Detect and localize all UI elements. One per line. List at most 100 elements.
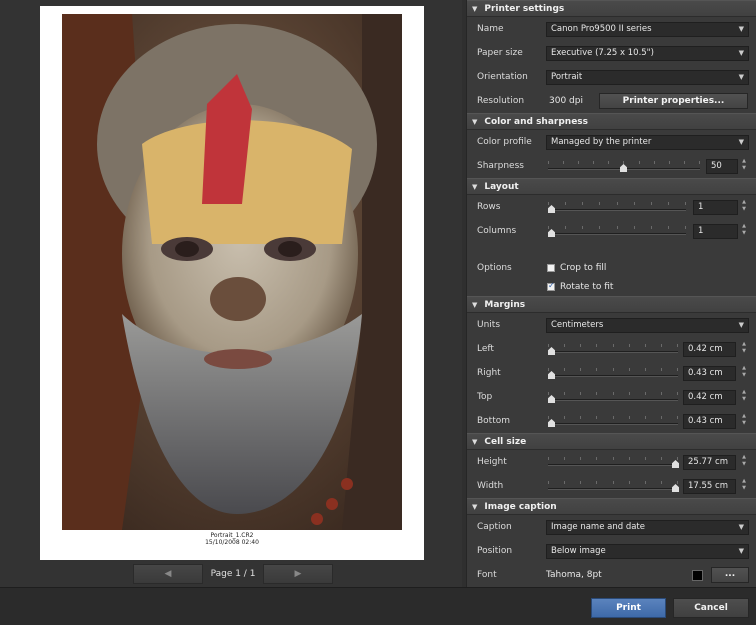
section-title: Margins bbox=[484, 299, 526, 310]
margin-right-slider[interactable] bbox=[548, 366, 678, 380]
columns-row: Columns 1 ▲ ▼ bbox=[467, 219, 756, 243]
resolution-value: 300 dpi bbox=[549, 96, 583, 106]
page-indicator: Page 1 / 1 bbox=[210, 569, 256, 579]
spin-arrows-icon[interactable]: ▲ ▼ bbox=[740, 389, 748, 405]
section-header-color[interactable]: ▼ Color and sharpness bbox=[467, 113, 756, 130]
spin-arrows-icon[interactable]: ▲ ▼ bbox=[740, 478, 748, 494]
color-profile-row: Color profile Managed by the printer ▼ bbox=[467, 130, 756, 154]
field-label: Paper size bbox=[477, 48, 523, 58]
slider-thumb[interactable] bbox=[620, 164, 627, 172]
field-label: Height bbox=[477, 457, 507, 467]
slider-thumb[interactable] bbox=[672, 460, 679, 468]
margin-left-row: Left 0.42 cm ▲ ▼ bbox=[467, 337, 756, 361]
slider-thumb[interactable] bbox=[548, 205, 555, 213]
margin-top-slider[interactable] bbox=[548, 390, 678, 404]
margin-right-row: Right 0.43 cm ▲ ▼ bbox=[467, 361, 756, 385]
margin-left-slider[interactable] bbox=[548, 342, 678, 356]
field-label: Left bbox=[477, 344, 494, 354]
prev-page-button[interactable]: ◀ bbox=[133, 564, 203, 584]
collapse-icon: ▼ bbox=[472, 502, 478, 511]
section-header-cell-size[interactable]: ▼ Cell size bbox=[467, 433, 756, 450]
next-page-button[interactable]: ▶ bbox=[263, 564, 333, 584]
crop-to-fill-checkbox[interactable]: Crop to fill bbox=[547, 263, 606, 273]
margin-right-input[interactable]: 0.43 cm bbox=[683, 365, 736, 381]
slider-thumb[interactable] bbox=[548, 419, 555, 427]
margin-bottom-row: Bottom 0.43 cm ▲ ▼ bbox=[467, 409, 756, 433]
printer-name-row: Name Canon Pro9500 II series ▼ bbox=[467, 17, 756, 41]
cell-height-slider[interactable] bbox=[548, 455, 679, 469]
margin-left-input[interactable]: 0.42 cm bbox=[683, 341, 736, 357]
section-header-printer[interactable]: ▼ Printer settings bbox=[467, 0, 756, 17]
field-label: Options bbox=[477, 262, 512, 273]
section-header-layout[interactable]: ▼ Layout bbox=[467, 178, 756, 195]
margin-top-input[interactable]: 0.42 cm bbox=[683, 389, 736, 405]
paper-preview: Portrait_1.CR2 15/10/2008 02:40 bbox=[40, 6, 424, 560]
slider-thumb[interactable] bbox=[548, 347, 555, 355]
print-button[interactable]: Print bbox=[591, 598, 666, 618]
section-header-image-caption[interactable]: ▼ Image caption bbox=[467, 498, 756, 515]
cell-width-row: Width 17.55 cm ▲ ▼ bbox=[467, 474, 756, 498]
rotate-to-fit-checkbox[interactable]: Rotate to fit bbox=[547, 281, 613, 292]
chevron-down-icon: ▼ bbox=[738, 72, 744, 81]
cell-height-input[interactable]: 25.77 cm bbox=[683, 454, 736, 470]
checkbox-checked-icon[interactable] bbox=[547, 281, 555, 291]
orientation-dropdown[interactable]: Portrait ▼ bbox=[546, 69, 749, 85]
field-label: Name bbox=[477, 24, 504, 34]
field-label: Width bbox=[477, 481, 504, 491]
section-header-margins[interactable]: ▼ Margins bbox=[467, 296, 756, 313]
spin-arrows-icon[interactable]: ▲ ▼ bbox=[740, 341, 748, 357]
arrow-right-icon: ▶ bbox=[294, 569, 302, 579]
position-dropdown[interactable]: Below image ▼ bbox=[546, 543, 749, 559]
dialog-footer: Print Cancel bbox=[0, 587, 756, 625]
printer-properties-button[interactable]: Printer properties... bbox=[599, 93, 748, 109]
spin-arrows-icon[interactable]: ▲ ▼ bbox=[740, 413, 748, 429]
rows-slider[interactable] bbox=[548, 200, 686, 214]
rows-input[interactable]: 1 bbox=[693, 199, 738, 215]
caption-dropdown[interactable]: Image name and date ▼ bbox=[546, 519, 749, 535]
spin-arrows-icon[interactable]: ▲ ▼ bbox=[740, 223, 748, 239]
sharpness-slider[interactable] bbox=[548, 159, 700, 173]
spin-arrows-icon[interactable]: ▲ ▼ bbox=[740, 158, 748, 174]
cell-width-input[interactable]: 17.55 cm bbox=[683, 478, 736, 494]
spin-arrows-icon[interactable]: ▲ ▼ bbox=[740, 365, 748, 381]
checkbox-icon[interactable] bbox=[547, 263, 555, 272]
chevron-down-icon: ▼ bbox=[738, 320, 744, 329]
paper-size-dropdown[interactable]: Executive (7.25 x 10.5") ▼ bbox=[546, 45, 749, 61]
columns-input[interactable]: 1 bbox=[693, 223, 738, 239]
units-dropdown[interactable]: Centimeters ▼ bbox=[546, 317, 749, 333]
color-profile-dropdown[interactable]: Managed by the printer ▼ bbox=[546, 134, 749, 150]
cancel-button[interactable]: Cancel bbox=[673, 598, 749, 618]
position-row: Position Below image ▼ bbox=[467, 539, 756, 563]
section-title: Cell size bbox=[484, 436, 527, 447]
printer-name-dropdown[interactable]: Canon Pro9500 II series ▼ bbox=[546, 21, 749, 37]
collapse-icon: ▼ bbox=[472, 437, 478, 446]
field-label: Color profile bbox=[477, 137, 532, 147]
field-label: Columns bbox=[477, 226, 517, 236]
slider-thumb[interactable] bbox=[672, 484, 679, 492]
chevron-down-icon: ▼ bbox=[738, 546, 744, 555]
columns-slider[interactable] bbox=[548, 224, 686, 238]
section-title: Image caption bbox=[484, 501, 557, 512]
section-title: Printer settings bbox=[484, 3, 565, 14]
collapse-icon: ▼ bbox=[472, 300, 478, 309]
field-label: Resolution bbox=[477, 96, 525, 106]
slider-thumb[interactable] bbox=[548, 395, 555, 403]
rotate-row: Rotate to fit bbox=[467, 277, 756, 296]
crop-row: Options Crop to fill bbox=[467, 258, 756, 277]
cell-width-slider[interactable] bbox=[548, 479, 679, 493]
chevron-down-icon: ▼ bbox=[738, 48, 744, 57]
spin-arrows-icon[interactable]: ▲ ▼ bbox=[740, 199, 748, 215]
slider-thumb[interactable] bbox=[548, 229, 555, 237]
collapse-icon: ▼ bbox=[472, 4, 478, 13]
sharpness-input[interactable]: 50 bbox=[706, 158, 738, 174]
spin-arrows-icon[interactable]: ▲ ▼ bbox=[740, 454, 748, 470]
font-picker-button[interactable]: ... bbox=[711, 567, 749, 583]
font-color-swatch[interactable] bbox=[692, 569, 703, 581]
orientation-row: Orientation Portrait ▼ bbox=[467, 65, 756, 89]
field-label: Orientation bbox=[477, 72, 528, 82]
field-label: Caption bbox=[477, 522, 512, 532]
margin-bottom-input[interactable]: 0.43 cm bbox=[683, 413, 736, 429]
margin-bottom-slider[interactable] bbox=[548, 414, 678, 428]
section-title: Layout bbox=[484, 181, 519, 192]
slider-thumb[interactable] bbox=[548, 371, 555, 379]
